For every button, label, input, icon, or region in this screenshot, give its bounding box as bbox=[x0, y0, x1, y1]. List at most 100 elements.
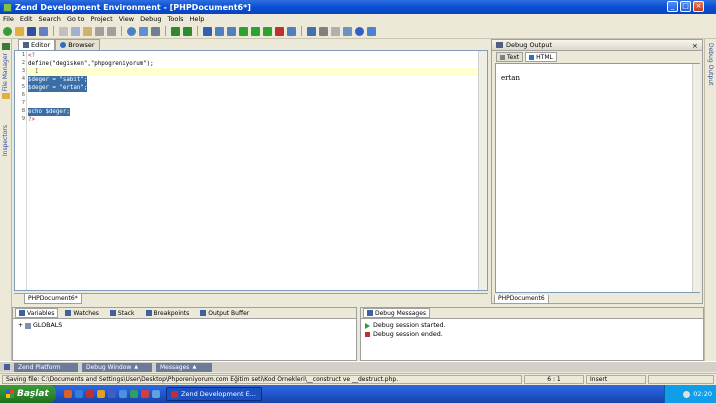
stack-icon bbox=[109, 310, 116, 316]
debug-run-icon[interactable] bbox=[251, 26, 260, 36]
document-tab[interactable]: PHPDocument6* bbox=[24, 294, 82, 304]
debug-output-side-tab[interactable]: Debug Output bbox=[707, 43, 714, 85]
replace-icon[interactable] bbox=[139, 26, 148, 36]
open-folder-icon[interactable] bbox=[15, 26, 24, 36]
quick-launch-icon[interactable] bbox=[64, 390, 72, 398]
quick-launch-icon[interactable] bbox=[108, 390, 116, 398]
tab-stack-label: Stack bbox=[117, 309, 135, 317]
cut-icon[interactable] bbox=[59, 26, 68, 36]
panel-icon bbox=[4, 364, 10, 370]
tab-variables[interactable]: Variables bbox=[15, 308, 59, 318]
step-down-icon[interactable] bbox=[227, 26, 236, 36]
menu-search[interactable]: Search bbox=[38, 15, 60, 23]
goto-icon[interactable] bbox=[151, 26, 160, 36]
code-line: <? bbox=[28, 53, 35, 59]
debug-url-icon[interactable] bbox=[287, 26, 296, 36]
tab-stack[interactable]: Stack bbox=[106, 308, 139, 318]
app-icon bbox=[3, 2, 12, 12]
tree-item-globals[interactable]: + GLOBALS bbox=[18, 322, 62, 329]
menu-view[interactable]: View bbox=[119, 15, 134, 23]
help-icon[interactable] bbox=[355, 26, 364, 36]
file-manager-tab[interactable]: File Manager bbox=[2, 53, 9, 91]
menu-debug[interactable]: Debug bbox=[140, 15, 161, 23]
toolbar bbox=[0, 24, 716, 39]
editor-vertical-scrollbar[interactable] bbox=[478, 51, 487, 290]
quick-launch-icon[interactable] bbox=[152, 390, 160, 398]
forward-icon[interactable] bbox=[183, 26, 192, 36]
tray-icon[interactable] bbox=[683, 390, 691, 398]
messages-icon bbox=[367, 310, 373, 316]
back-icon[interactable] bbox=[171, 26, 180, 36]
redo-icon[interactable] bbox=[107, 26, 116, 36]
tab-output-buffer[interactable]: Output Buffer bbox=[196, 308, 253, 318]
menu-help[interactable]: Help bbox=[190, 15, 205, 23]
window-icon[interactable] bbox=[343, 26, 352, 36]
tab-editor[interactable]: Editor bbox=[18, 39, 56, 50]
tab-breakpoints[interactable]: Breakpoints bbox=[142, 308, 194, 318]
edit-mode: Insert bbox=[586, 374, 646, 384]
settings-icon[interactable] bbox=[331, 26, 340, 36]
tab-browser[interactable]: Browser bbox=[55, 39, 100, 50]
step-icon[interactable] bbox=[203, 26, 212, 36]
quick-launch bbox=[64, 390, 160, 398]
maximize-button[interactable]: □ bbox=[680, 1, 691, 12]
quick-launch-icon[interactable] bbox=[97, 390, 105, 398]
profile-icon[interactable] bbox=[307, 26, 316, 36]
tools-icon[interactable] bbox=[319, 26, 328, 36]
run-icon[interactable] bbox=[239, 26, 248, 36]
tree-node-icon bbox=[25, 322, 32, 329]
tab-html[interactable]: HTML bbox=[525, 52, 557, 62]
quick-launch-icon[interactable] bbox=[75, 390, 83, 398]
quick-launch-icon[interactable] bbox=[141, 390, 149, 398]
minimize-button[interactable]: _ bbox=[667, 1, 678, 12]
inspectors-tab[interactable]: Inspectors bbox=[2, 125, 9, 156]
code-editor[interactable]: 1 2 3 4 5 6 7 8 9 <? define("degisken","… bbox=[14, 50, 488, 291]
taskbar-button-zend[interactable]: Zend Development E... bbox=[166, 387, 262, 401]
panel-pin-icon[interactable] bbox=[2, 43, 10, 50]
current-line-highlight bbox=[27, 68, 487, 76]
menu-file[interactable]: File bbox=[3, 15, 14, 23]
tab-messages-label: Messages bbox=[160, 363, 190, 371]
go-icon[interactable] bbox=[263, 26, 272, 36]
line-number: 7 bbox=[21, 100, 25, 106]
debug-output-document-tab[interactable]: PHPDocument6 bbox=[494, 295, 549, 304]
taskbar-button-label: Zend Development E... bbox=[181, 390, 256, 398]
quick-launch-icon[interactable] bbox=[130, 390, 138, 398]
tab-zend-platform-label: Zend Platform bbox=[18, 363, 61, 371]
tab-text[interactable]: Text bbox=[496, 52, 524, 62]
line-number: 2 bbox=[21, 60, 25, 66]
tab-html-label: HTML bbox=[536, 53, 553, 61]
new-file-icon[interactable] bbox=[3, 26, 12, 36]
tab-zend-platform[interactable]: Zend Platform bbox=[14, 362, 78, 372]
start-label: Başlat bbox=[17, 389, 49, 399]
save-all-icon[interactable] bbox=[39, 26, 48, 36]
save-icon[interactable] bbox=[27, 26, 36, 36]
undo-icon[interactable] bbox=[95, 26, 104, 36]
menu-goto[interactable]: Go to bbox=[67, 15, 85, 23]
line-number: 3 bbox=[21, 68, 25, 74]
tab-debug-window[interactable]: Debug Window ▲ bbox=[82, 362, 152, 372]
expand-icon[interactable]: + bbox=[18, 322, 23, 329]
tab-watches[interactable]: Watches bbox=[61, 308, 103, 318]
cursor-position: 6 : 1 bbox=[524, 374, 584, 384]
quick-launch-icon[interactable] bbox=[119, 390, 127, 398]
window-title: Zend Development Environment - [PHPDocum… bbox=[15, 2, 251, 12]
tab-debug-messages[interactable]: Debug Messages bbox=[363, 308, 431, 318]
menu-tools[interactable]: Tools bbox=[168, 15, 184, 23]
menu-project[interactable]: Project bbox=[90, 15, 112, 23]
find-icon[interactable] bbox=[127, 26, 136, 36]
debug-output-close-icon[interactable]: × bbox=[692, 42, 698, 50]
close-button[interactable]: × bbox=[693, 1, 704, 12]
menu-edit[interactable]: Edit bbox=[20, 15, 33, 23]
quick-launch-icon[interactable] bbox=[86, 390, 94, 398]
tab-messages[interactable]: Messages ▲ bbox=[156, 362, 212, 372]
copy-icon[interactable] bbox=[71, 26, 80, 36]
context-help-icon[interactable] bbox=[367, 26, 376, 36]
debug-messages-tabbar: Debug Messages bbox=[361, 308, 703, 319]
step-up-icon[interactable] bbox=[215, 26, 224, 36]
play-icon bbox=[365, 322, 370, 329]
debug-output-scrollbar[interactable] bbox=[692, 64, 700, 292]
paste-icon[interactable] bbox=[83, 26, 92, 36]
start-button[interactable]: Başlat bbox=[0, 385, 56, 403]
stop-icon[interactable] bbox=[275, 26, 284, 36]
